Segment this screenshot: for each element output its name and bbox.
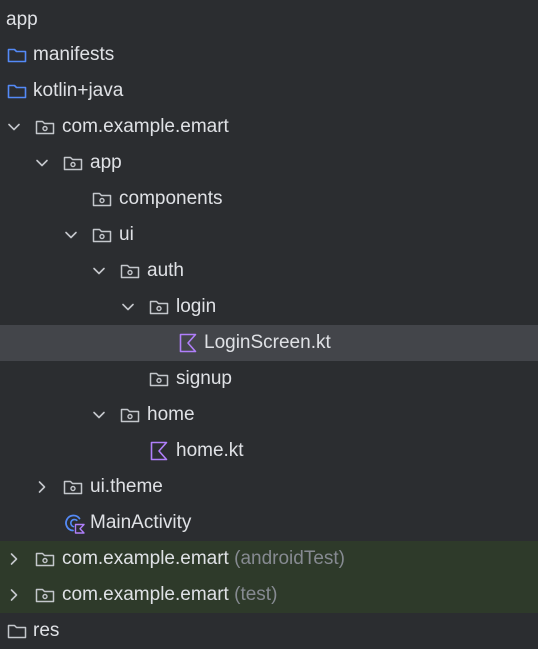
package-icon xyxy=(62,152,84,174)
tree-item-home-kt[interactable]: home.kt xyxy=(0,433,538,469)
tree-item-label: com.example.emart (test) xyxy=(62,577,277,613)
package-icon xyxy=(119,404,141,426)
chevron-down-icon[interactable] xyxy=(92,253,106,289)
tree-item-label: manifests xyxy=(33,44,115,65)
tree-item-label: home xyxy=(147,404,195,425)
tree-item-login[interactable]: login xyxy=(0,289,538,325)
tree-item-label: com.example.emart (androidTest) xyxy=(62,541,345,577)
tree-item-login-screen-kt[interactable]: LoginScreen.kt xyxy=(0,325,538,361)
tree-item-label: app xyxy=(90,152,122,173)
tree-item-auth[interactable]: auth xyxy=(0,253,538,289)
chevron-down-icon[interactable] xyxy=(35,145,49,181)
tree-item-label: MainActivity xyxy=(90,512,192,533)
chevron-down-icon[interactable] xyxy=(121,289,135,325)
tree-item-package-android-test[interactable]: com.example.emart (androidTest) xyxy=(0,541,538,577)
folder-icon xyxy=(6,620,28,642)
tree-item-label: components xyxy=(119,188,223,209)
chevron-down-icon[interactable] xyxy=(64,217,78,253)
tree-item-label: com.example.emart xyxy=(62,116,229,137)
chevron-down-icon[interactable] xyxy=(92,397,106,433)
folder-icon xyxy=(6,44,28,66)
tree-item-package-test[interactable]: com.example.emart (test) xyxy=(0,577,538,613)
tree-item-signup[interactable]: signup xyxy=(0,361,538,397)
package-icon xyxy=(62,476,84,498)
kotlin-file-icon xyxy=(148,440,170,462)
kotlin-file-icon xyxy=(177,332,199,354)
chevron-down-icon[interactable] xyxy=(7,109,21,145)
tree-item-label: ui.theme xyxy=(90,476,163,497)
source-set-label: (androidTest) xyxy=(234,548,346,569)
tree-item-package-main[interactable]: com.example.emart xyxy=(0,109,538,145)
folder-icon xyxy=(6,80,28,102)
tree-item-kotlin-java[interactable]: kotlin+java xyxy=(0,73,538,109)
tree-item-components[interactable]: components xyxy=(0,181,538,217)
package-icon xyxy=(119,260,141,282)
tree-item-ui-theme[interactable]: ui.theme xyxy=(0,469,538,505)
tree-item-manifests[interactable]: manifests xyxy=(0,37,538,73)
package-icon xyxy=(148,296,170,318)
package-name: com.example.emart xyxy=(62,584,229,605)
tree-item-app-package[interactable]: app xyxy=(0,145,538,181)
tree-item-label: LoginScreen.kt xyxy=(204,332,331,353)
chevron-right-icon[interactable] xyxy=(7,541,21,577)
package-name: com.example.emart xyxy=(62,548,229,569)
tree-item-res[interactable]: res xyxy=(0,613,538,649)
tree-item-label: kotlin+java xyxy=(33,80,124,101)
tree-item-label: ui xyxy=(119,224,134,245)
tree-item-main-activity[interactable]: MainActivity xyxy=(0,505,538,541)
tree-item-label: app xyxy=(6,9,38,30)
package-icon xyxy=(91,188,113,210)
tree-item-label: res xyxy=(33,620,60,641)
package-icon xyxy=(34,116,56,138)
package-icon xyxy=(34,548,56,570)
project-tree: app manifests kotlin+java com.example.em… xyxy=(0,0,538,641)
package-icon xyxy=(91,224,113,246)
package-icon xyxy=(34,584,56,606)
chevron-right-icon[interactable] xyxy=(7,577,21,613)
tree-item-home[interactable]: home xyxy=(0,397,538,433)
tree-item-ui[interactable]: ui xyxy=(0,217,538,253)
tree-item-app-module[interactable]: app xyxy=(0,2,538,38)
tree-item-label: login xyxy=(176,296,217,317)
tree-item-label: home.kt xyxy=(176,440,244,461)
activity-icon xyxy=(63,512,85,534)
chevron-right-icon[interactable] xyxy=(35,469,49,505)
source-set-label: (test) xyxy=(234,584,278,605)
tree-item-label: signup xyxy=(176,368,232,389)
tree-item-label: auth xyxy=(147,260,184,281)
package-icon xyxy=(148,368,170,390)
